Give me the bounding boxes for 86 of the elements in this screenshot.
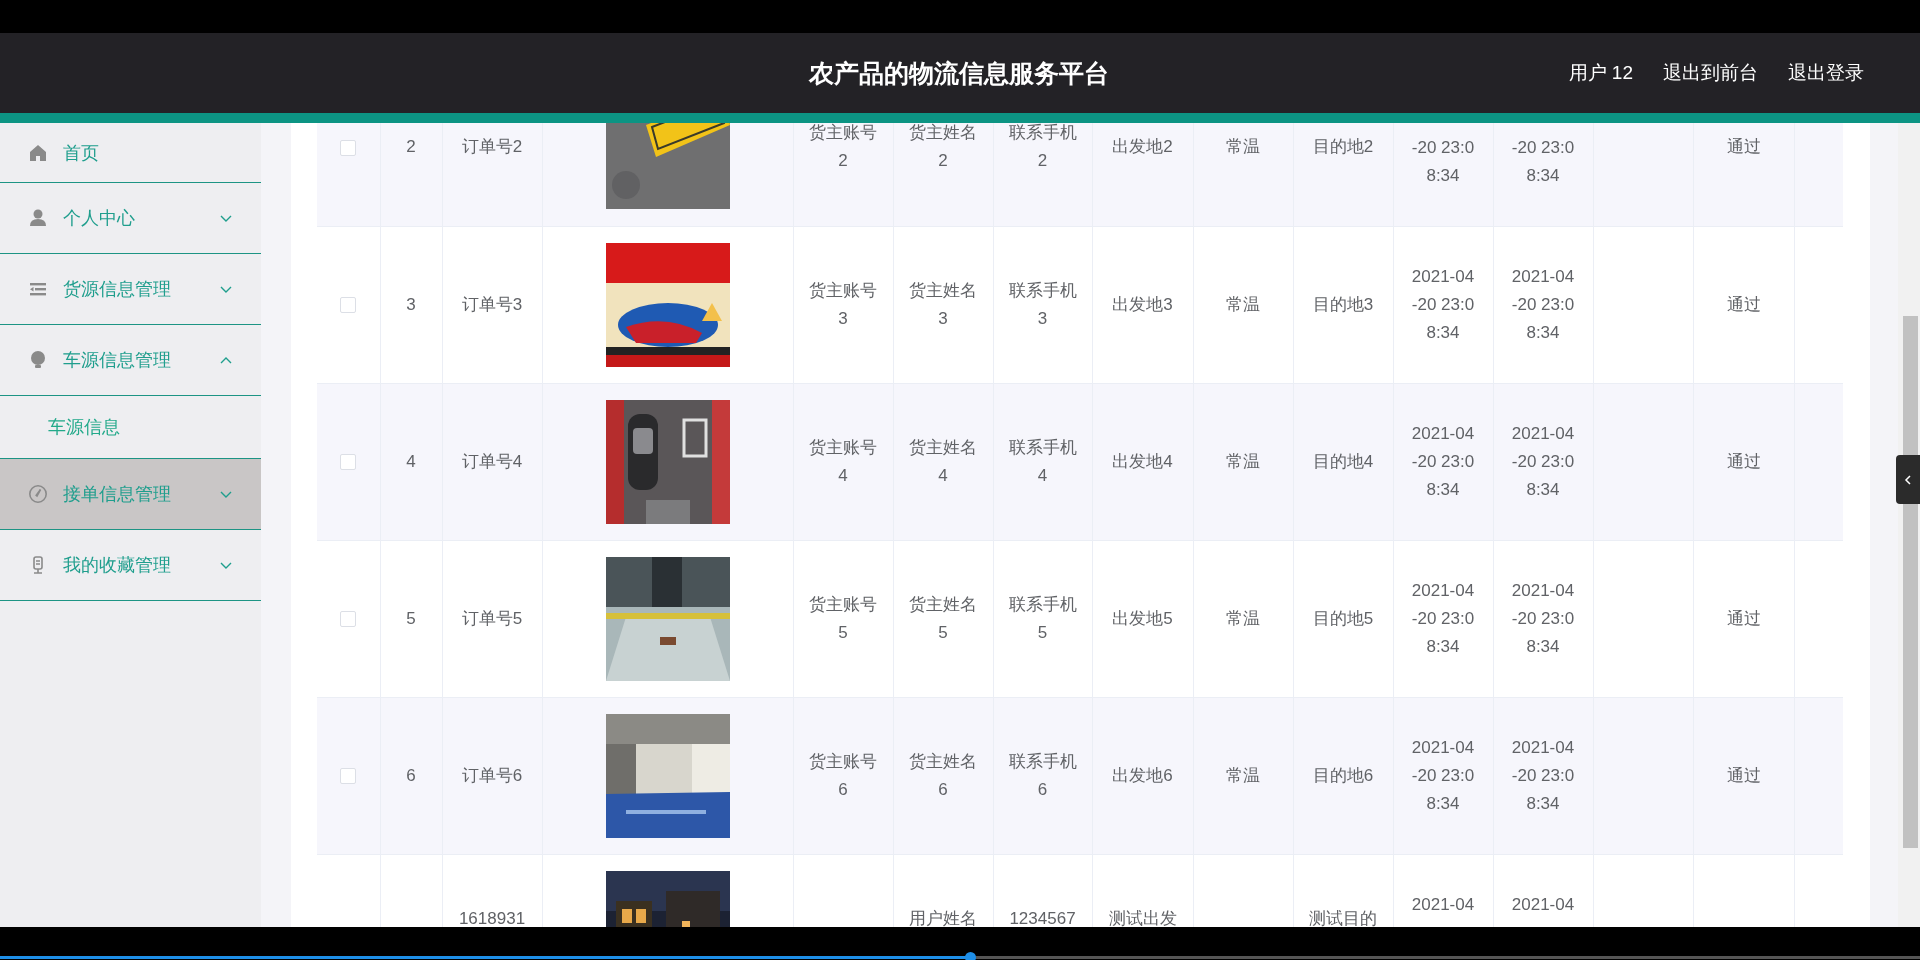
table-cell-text: 1618931 <box>458 907 526 927</box>
table-cell-text: 用户姓名 <box>909 907 977 927</box>
table-cell-text: 货主姓名 6 <box>909 750 977 801</box>
table-cell-text: 联系手机 6 <box>1008 750 1077 801</box>
table-cell-text: 货主账号 5 <box>809 593 877 644</box>
table-cell-text: 6 <box>406 764 416 787</box>
checkbox[interactable] <box>340 768 357 784</box>
table-cell-text: 2021-04 <box>1411 893 1475 916</box>
table-cell-text: 通过 <box>1726 607 1761 630</box>
table-cell-text: 常温 <box>1226 293 1260 316</box>
table-cell-text: 出发地3 <box>1112 293 1173 316</box>
table-cell-text: 2021-04 -20 23:0 8:34 <box>1411 579 1475 658</box>
table-cell-text: 目的地4 <box>1312 450 1374 473</box>
table-cell-text: 2021-04 -20 23:0 8:34 <box>1511 736 1575 815</box>
table-cell-text: 货主账号 6 <box>809 750 877 801</box>
table-cell-text: 2021-04 -20 23:0 8:34 <box>1511 422 1575 501</box>
table-cell-text: 目的地2 <box>1312 136 1374 159</box>
table-cell-text: 5 <box>406 607 416 630</box>
checkbox[interactable] <box>340 454 357 470</box>
table-cell-text: 2021-04 -20 23:0 8:34 <box>1511 265 1575 344</box>
chevron-down-icon <box>219 284 233 294</box>
progress-handle[interactable] <box>964 952 976 960</box>
table-cell-text: -20 23:0 8:34 <box>1511 136 1575 187</box>
table-cell-text: 测试出发 <box>1108 907 1177 927</box>
table-cell-text: 2021-04 -20 23:0 8:34 <box>1511 579 1575 658</box>
table-cell-text: 目的地5 <box>1312 607 1374 630</box>
header-link[interactable]: 用户 12 <box>1568 60 1633 86</box>
submenu-item[interactable]: 车源信息 <box>0 396 261 458</box>
header-link[interactable]: 退出到前台 <box>1663 60 1758 86</box>
chevron-down-icon <box>219 489 233 499</box>
bulb-icon <box>28 350 48 370</box>
table-cell-text: 1234567 <box>1009 907 1076 927</box>
table-cell-text: 2021-04 -20 23:0 8:34 <box>1411 736 1475 815</box>
table-cell-text: 订单号3 <box>461 293 523 316</box>
table-cell-text: 订单号6 <box>461 764 523 787</box>
table-cell-text: 通过 <box>1726 136 1761 159</box>
table-cell-text: 测试目的 <box>1309 907 1377 927</box>
checkbox[interactable] <box>340 611 357 627</box>
table-cell-text: 货主账号 4 <box>809 436 877 487</box>
app-title: 农产品的物流信息服务平台 <box>807 57 1111 89</box>
table-cell-text: 订单号5 <box>461 607 523 630</box>
checkbox[interactable] <box>340 139 357 156</box>
table-cell-text: 货主姓名 2 <box>909 123 977 173</box>
table-cell-text: 出发地6 <box>1112 764 1173 787</box>
chevron-down-icon <box>219 213 233 223</box>
table-cell-text: 2021-04 -20 23:0 8:34 <box>1411 265 1475 344</box>
table-cell-text: 出发地4 <box>1112 450 1173 473</box>
table-cell-text: 货主姓名 5 <box>909 593 977 644</box>
compass-icon <box>28 484 48 504</box>
chevron-left-icon <box>1904 473 1912 486</box>
collapse-tab[interactable] <box>1896 455 1920 504</box>
table-cell-text: 联系手机 2 <box>1008 123 1077 173</box>
table-cell-text: 常温 <box>1226 764 1260 787</box>
table-cell-text: 通过 <box>1726 764 1761 787</box>
table-cell-text: 目的地6 <box>1312 764 1374 787</box>
table-cell-text: 通过 <box>1726 293 1761 316</box>
table-cell-text: 常温 <box>1226 450 1260 473</box>
checkbox[interactable] <box>340 297 357 313</box>
chevron-up-icon <box>219 355 233 365</box>
table-cell-text: 常温 <box>1226 136 1260 159</box>
home-icon <box>28 142 48 163</box>
table-cell-text: 货主姓名 3 <box>909 279 977 330</box>
table-cell-text: 出发地5 <box>1112 607 1173 630</box>
table-cell-text: 联系手机 5 <box>1008 593 1077 644</box>
table-cell-text: 2021-04 <box>1511 893 1575 916</box>
table-cell-text: 2021-04 -20 23:0 8:34 <box>1411 422 1475 501</box>
table-cell-text: 订单号4 <box>461 450 523 473</box>
scrollbar[interactable] <box>1898 123 1920 927</box>
table-cell-text: 通过 <box>1726 450 1761 473</box>
table-cell-text: 目的地3 <box>1312 293 1374 316</box>
header-link[interactable]: 退出登录 <box>1788 60 1864 86</box>
table-cell-text: 2 <box>406 136 416 159</box>
menu-item[interactable]: 接单信息管理 <box>0 459 261 530</box>
table-cell-text: 联系手机 3 <box>1008 279 1077 330</box>
table-cell-text: -20 23:0 8:34 <box>1411 136 1475 187</box>
user-icon <box>28 208 48 228</box>
table-cell-text: 联系手机 4 <box>1008 436 1077 487</box>
table-cell-text: 4 <box>406 450 416 473</box>
table-cell-text: 常温 <box>1226 607 1260 630</box>
table-cell-text: 货主账号 3 <box>809 279 877 330</box>
table-cell-text: 出发地2 <box>1112 136 1173 159</box>
table-cell-text: 3 <box>406 293 416 316</box>
chevron-down-icon <box>219 560 233 570</box>
table-cell-text: 订单号2 <box>461 136 523 159</box>
table-cell-text: 货主账号 2 <box>809 123 877 173</box>
table-cell-text: 货主姓名 4 <box>909 436 977 487</box>
